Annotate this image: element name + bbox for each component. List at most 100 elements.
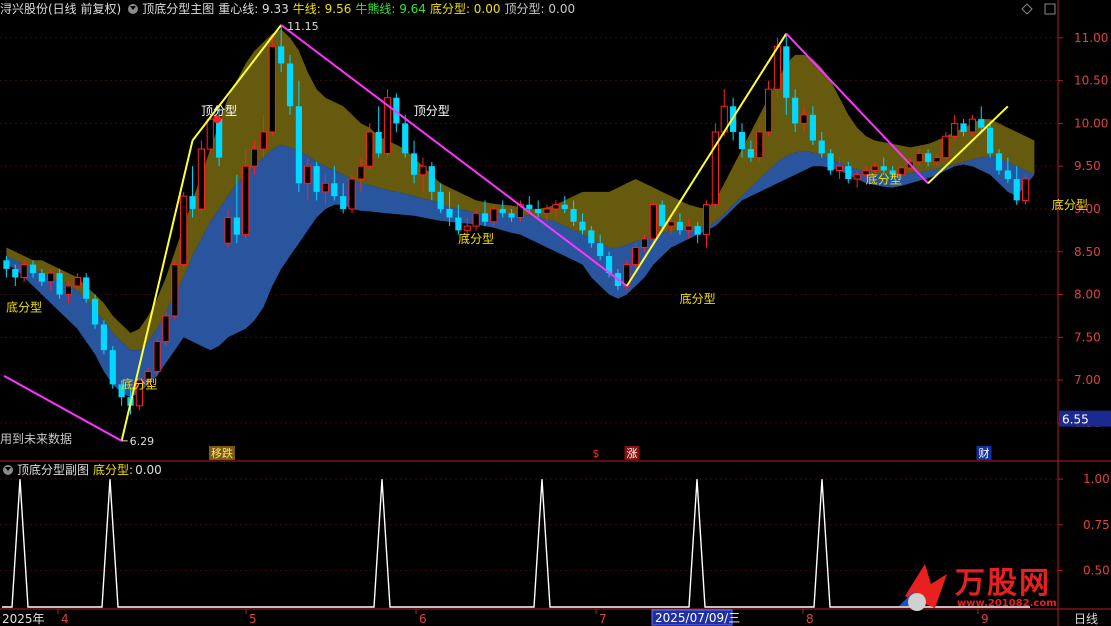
candle-body — [640, 238, 649, 248]
candle-body — [818, 140, 825, 154]
candle-body — [250, 148, 259, 167]
fractal-label: 底分型 — [1052, 197, 1088, 212]
candle-body — [437, 191, 444, 209]
watermark-brand: 万股网 — [955, 566, 1051, 601]
y-tick-label: 8.00 — [1074, 288, 1101, 302]
candle-body — [304, 165, 312, 184]
maximize-icon — [1044, 3, 1056, 15]
candle-body — [676, 221, 684, 231]
candle-body — [29, 264, 37, 274]
candle-body — [419, 165, 427, 176]
candle-body — [197, 148, 205, 210]
candle-body — [206, 118, 214, 150]
event-marker-label: 涨 — [627, 447, 638, 460]
candle-body — [853, 174, 861, 180]
fractal-label: 底分型 — [866, 171, 902, 186]
candle-body — [153, 341, 161, 373]
candle-body — [924, 153, 932, 162]
candle-body — [375, 131, 382, 154]
candle-body — [242, 165, 250, 236]
candle-body — [995, 153, 1003, 171]
candle-body — [446, 208, 453, 218]
candle-body — [535, 208, 542, 214]
event-marker-label: 财 — [979, 446, 990, 460]
candle-body — [455, 217, 462, 231]
dropdown-icon[interactable] — [3, 465, 13, 475]
watermark-site: www.201082.com — [957, 598, 1057, 609]
candle-body — [216, 119, 223, 158]
sub-y-tick-label: 0.75 — [1083, 518, 1110, 532]
y-tick-label: 7.50 — [1074, 330, 1101, 344]
candle-body — [481, 213, 489, 222]
candle-body — [224, 217, 232, 244]
candle-body — [171, 264, 179, 317]
candle-body — [47, 272, 55, 283]
event-marker-label: 移跌 — [211, 446, 233, 460]
candle-body — [410, 153, 418, 175]
candle-body — [1013, 179, 1020, 201]
y-tick-label: 11.00 — [1074, 31, 1108, 45]
bull-band-area — [6, 29, 1035, 351]
candle-body — [499, 208, 506, 214]
dropdown-icon[interactable] — [128, 4, 139, 14]
candle-body — [800, 114, 808, 124]
indicator-value-1: 牛线: 9.56 — [292, 2, 352, 16]
candle-body — [783, 46, 790, 98]
candle-body — [685, 225, 693, 231]
candle-body — [933, 157, 941, 163]
y-tick-label: 10.00 — [1074, 116, 1108, 130]
indicator-value-2: 牛熊线: 9.64 — [355, 2, 426, 16]
main-header: 浔兴股份(日线 前复权) 顶底分型主图 重心线: 9.33 牛线: 9.56 牛熊线: … — [0, 0, 583, 18]
candle-body — [100, 324, 108, 351]
candle-body — [278, 46, 285, 64]
candle-body — [340, 196, 347, 209]
candle-body — [286, 63, 294, 107]
candle-body — [871, 165, 879, 171]
fractal-label: 底分型 — [680, 291, 716, 306]
candle-body — [313, 166, 320, 192]
candle-body — [747, 149, 754, 158]
sub-y-tick-label: 0.50 — [1083, 563, 1110, 577]
sub-indicator-name[interactable]: 顶底分型副图 — [17, 463, 89, 477]
date-axis-label: 7 — [599, 612, 607, 626]
date-cursor-label: 2025/07/09/三 — [655, 611, 740, 625]
candle-body — [960, 123, 967, 132]
candle-body — [162, 315, 170, 343]
candle-body — [632, 246, 640, 266]
candle-body — [543, 208, 551, 214]
candle-body — [64, 285, 73, 296]
candle-body — [428, 166, 435, 192]
candle-body — [552, 204, 560, 210]
indicator-name[interactable]: 顶底分型主图 — [142, 2, 214, 16]
bottom-fractal-series-line — [2, 479, 1030, 608]
candle-body — [331, 183, 338, 197]
candle-body — [472, 212, 480, 227]
candle-body — [978, 119, 985, 128]
candle-body — [987, 127, 994, 154]
candle-body — [570, 208, 577, 222]
candle-body — [526, 204, 533, 209]
candle-body — [109, 350, 116, 385]
candle-body — [321, 182, 330, 193]
current-price-label: 6.55 — [1062, 413, 1089, 427]
candle-body — [20, 264, 28, 278]
indicator-value-4: 顶分型: 0.00 — [504, 2, 576, 16]
candle-body — [38, 273, 45, 282]
y-tick-label: 10.50 — [1074, 74, 1108, 88]
sub-indicator-label: 底分型: — [93, 463, 134, 477]
candle-body — [12, 268, 19, 278]
candle-body — [756, 131, 764, 159]
candle-body — [490, 208, 498, 223]
candle-body — [764, 88, 773, 133]
stock-title[interactable]: 浔兴股份(日线 前复权) — [0, 2, 121, 16]
candle-body — [649, 204, 657, 240]
date-axis-label: 4 — [61, 612, 69, 626]
event-marker-label: $ — [593, 447, 600, 460]
candle-body — [702, 204, 711, 236]
indicator-value-0: 重心线: 9.33 — [218, 2, 289, 16]
candle-body — [845, 166, 852, 180]
chart-window: 11.0010.5010.009.509.008.508.007.507.006… — [0, 0, 1111, 626]
candle-body — [659, 204, 666, 227]
fractal-label: 底分型 — [121, 377, 157, 392]
sub-indicator-value: 0.00 — [135, 463, 162, 477]
